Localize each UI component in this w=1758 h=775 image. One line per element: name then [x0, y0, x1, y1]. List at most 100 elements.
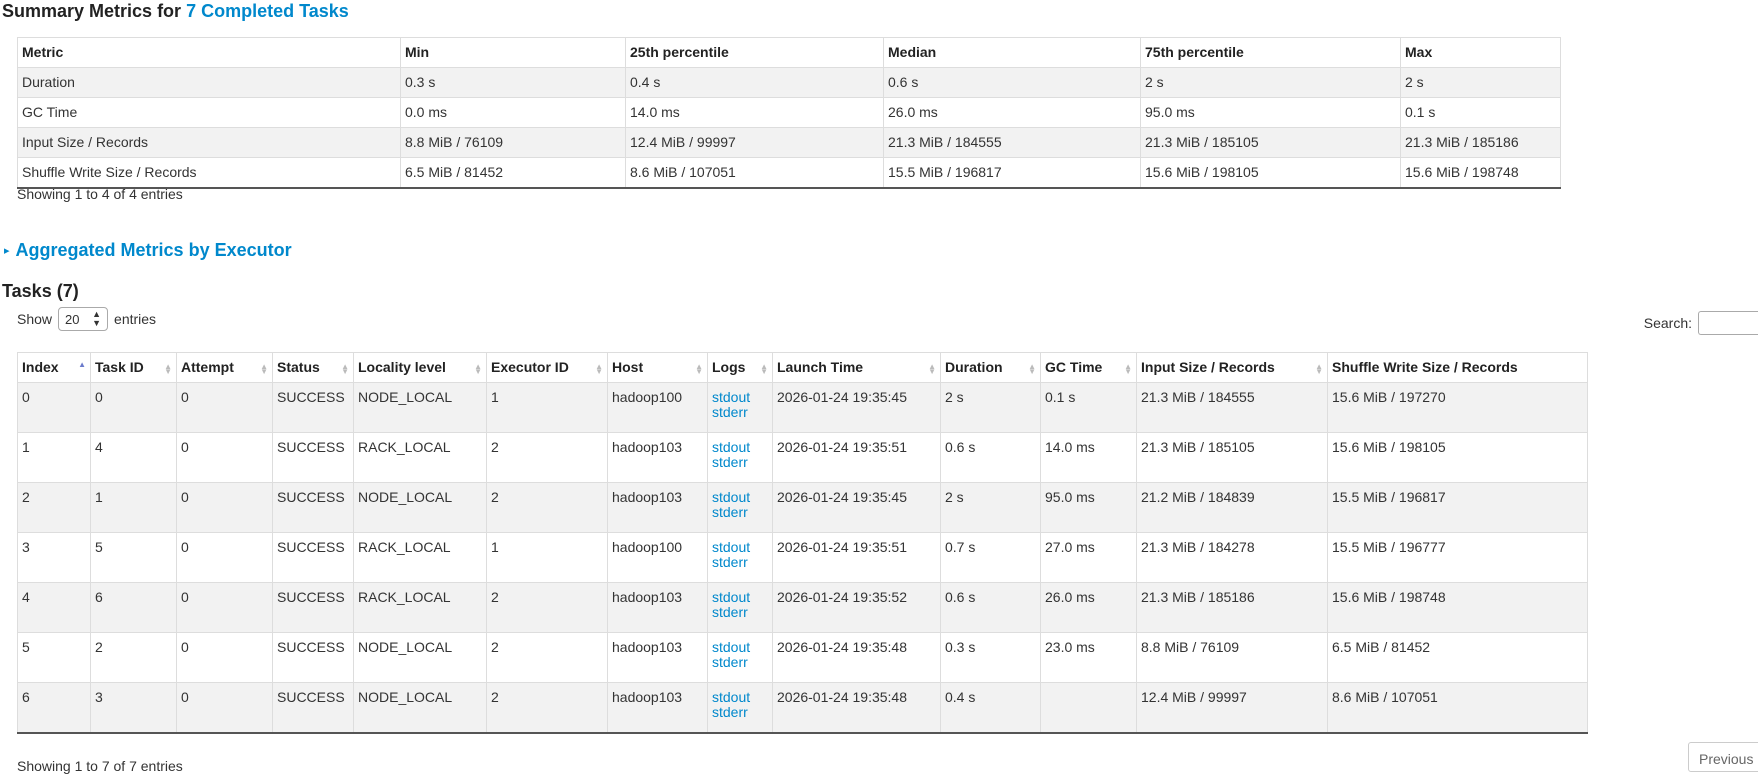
column-header-status[interactable]: Status ▲ ▼ [272, 352, 354, 383]
task-cell-executor-id: 2 [486, 482, 608, 533]
table-row: 4 6 0 SUCCESS RACK_LOCAL 2 hadoop103 stdout stde… [17, 582, 1588, 633]
summary-cell: 2 s [1140, 67, 1401, 98]
table-row: 5 2 0 SUCCESS NODE_LOCAL 2 hadoop103 stdout stde… [17, 632, 1588, 683]
summary-cell: 0.4 s [625, 67, 884, 98]
updown-arrows-icon: ▲ ▼ [92, 309, 102, 328]
task-cell-duration: 2 s [940, 382, 1041, 433]
column-header-label: Status [277, 359, 320, 375]
summary-cell: 15.5 MiB / 196817 [883, 157, 1141, 189]
column-header-logs[interactable]: Logs ▲ ▼ [707, 352, 773, 383]
column-header-attempt[interactable]: Attempt ▲ ▼ [176, 352, 273, 383]
column-header-shuffle-write-size-records[interactable]: Shuffle Write Size / Records [1327, 352, 1588, 383]
column-header-locality-level[interactable]: Locality level ▲ ▼ [353, 352, 487, 383]
sort-icon: ▲ ▼ [260, 362, 268, 376]
stderr-link[interactable]: stderr [712, 555, 768, 570]
task-cell-task-id: 6 [90, 582, 177, 633]
task-cell-gc-time: 23.0 ms [1040, 632, 1137, 683]
summary-header-metric: Metric [17, 37, 401, 68]
summary-cell: 14.0 ms [625, 97, 884, 128]
task-cell-index: 6 [17, 682, 91, 734]
logs-cell: stdout stderr [707, 432, 773, 483]
tasks-table: Index ▲ Task ID ▲ ▼ Attempt ▲ ▼ Status ▲ ▼ Locality… [17, 352, 1588, 734]
summary-cell: Input Size / Records [17, 127, 401, 158]
logs-cell: stdout stderr [707, 532, 773, 583]
stdout-link[interactable]: stdout [712, 590, 768, 605]
summary-cell: 0.3 s [400, 67, 626, 98]
task-cell-attempt: 0 [176, 582, 273, 633]
task-cell-input-size-records: 21.3 MiB / 184278 [1136, 532, 1328, 583]
task-cell-duration: 0.6 s [940, 432, 1041, 483]
task-cell-shuffle-write-size-records: 8.6 MiB / 107051 [1327, 682, 1588, 734]
page-length-value: 20 [65, 311, 80, 327]
summary-cell: 95.0 ms [1140, 97, 1401, 128]
stderr-link[interactable]: stderr [712, 405, 768, 420]
search-input[interactable] [1698, 311, 1758, 335]
tasks-title: Tasks (7) [2, 281, 79, 301]
table-row: 2 1 0 SUCCESS NODE_LOCAL 2 hadoop103 stdout stde… [17, 482, 1588, 533]
stdout-link[interactable]: stdout [712, 440, 768, 455]
stdout-link[interactable]: stdout [712, 490, 768, 505]
stdout-link[interactable]: stdout [712, 690, 768, 705]
column-header-host[interactable]: Host ▲ ▼ [607, 352, 708, 383]
column-header-duration[interactable]: Duration ▲ ▼ [940, 352, 1041, 383]
task-cell-shuffle-write-size-records: 15.5 MiB / 196777 [1327, 532, 1588, 583]
task-cell-launch-time: 2026-01-24 19:35:45 [772, 482, 941, 533]
logs-cell: stdout stderr [707, 632, 773, 683]
summary-header-max: Max [1400, 37, 1561, 68]
stderr-link[interactable]: stderr [712, 705, 768, 720]
sort-icon: ▲ ▼ [1124, 362, 1132, 376]
stdout-link[interactable]: stdout [712, 390, 768, 405]
task-cell-executor-id: 1 [486, 532, 608, 583]
task-cell-task-id: 4 [90, 432, 177, 483]
task-cell-launch-time: 2026-01-24 19:35:48 [772, 682, 941, 734]
show-label: Show [17, 311, 53, 327]
stdout-link[interactable]: stdout [712, 540, 768, 555]
summary-metrics-table: Metric Min 25th percentile Median 75th perce… [17, 37, 1561, 189]
task-cell-executor-id: 2 [486, 432, 608, 483]
stderr-link[interactable]: stderr [712, 605, 768, 620]
task-cell-input-size-records: 8.8 MiB / 76109 [1136, 632, 1328, 683]
column-header-label: Locality level [358, 359, 446, 375]
column-header-launch-time[interactable]: Launch Time ▲ ▼ [772, 352, 941, 383]
table-row: 1 4 0 SUCCESS RACK_LOCAL 2 hadoop103 stdout stde… [17, 432, 1588, 483]
previous-page-button[interactable]: Previous [1688, 742, 1758, 772]
task-cell-status: SUCCESS [272, 682, 354, 734]
summary-cell: Duration [17, 67, 401, 98]
table-row: 3 5 0 SUCCESS RACK_LOCAL 1 hadoop100 stdout stde… [17, 532, 1588, 583]
summary-cell: 0.1 s [1400, 97, 1561, 128]
stderr-link[interactable]: stderr [712, 455, 768, 470]
stderr-link[interactable]: stderr [712, 505, 768, 520]
task-cell-gc-time: 27.0 ms [1040, 532, 1137, 583]
task-cell-input-size-records: 21.2 MiB / 184839 [1136, 482, 1328, 533]
task-cell-locality-level: RACK_LOCAL [353, 532, 487, 583]
task-cell-status: SUCCESS [272, 382, 354, 433]
task-cell-gc-time: 0.1 s [1040, 382, 1137, 433]
table-row: Shuffle Write Size / Records 6.5 MiB / 81… [17, 157, 1561, 189]
summary-cell: 26.0 ms [883, 97, 1141, 128]
task-cell-input-size-records: 21.3 MiB / 185186 [1136, 582, 1328, 633]
table-row: GC Time 0.0 ms 14.0 ms 26.0 ms 95.0 ms 0.1 s [17, 97, 1561, 128]
column-header-task-id[interactable]: Task ID ▲ ▼ [90, 352, 177, 383]
task-cell-shuffle-write-size-records: 15.6 MiB / 198105 [1327, 432, 1588, 483]
summary-cell: GC Time [17, 97, 401, 128]
column-header-gc-time[interactable]: GC Time ▲ ▼ [1040, 352, 1137, 383]
column-header-input-size-records[interactable]: Input Size / Records ▲ ▼ [1136, 352, 1328, 383]
summary-cell: Shuffle Write Size / Records [17, 157, 401, 189]
column-header-executor-id[interactable]: Executor ID ▲ ▼ [486, 352, 608, 383]
entries-label: entries [114, 311, 157, 327]
sort-icon: ▲ ▼ [1315, 362, 1323, 376]
aggregated-metrics-title: Aggregated Metrics by Executor [15, 240, 292, 260]
stdout-link[interactable]: stdout [712, 640, 768, 655]
summary-cell: 21.3 MiB / 185105 [1140, 127, 1401, 158]
column-header-index[interactable]: Index ▲ [17, 352, 91, 383]
summary-cell: 8.8 MiB / 76109 [400, 127, 626, 158]
task-cell-launch-time: 2026-01-24 19:35:52 [772, 582, 941, 633]
task-cell-status: SUCCESS [272, 582, 354, 633]
task-cell-task-id: 3 [90, 682, 177, 734]
page-length-select[interactable]: 20 ▲ ▼ [58, 307, 109, 331]
completed-tasks-link[interactable]: 7 Completed Tasks [186, 1, 349, 21]
stderr-link[interactable]: stderr [712, 655, 768, 670]
aggregated-metrics-toggle[interactable]: ▸ Aggregated Metrics by Executor [4, 240, 292, 261]
task-cell-host: hadoop103 [607, 582, 708, 633]
task-cell-executor-id: 2 [486, 582, 608, 633]
